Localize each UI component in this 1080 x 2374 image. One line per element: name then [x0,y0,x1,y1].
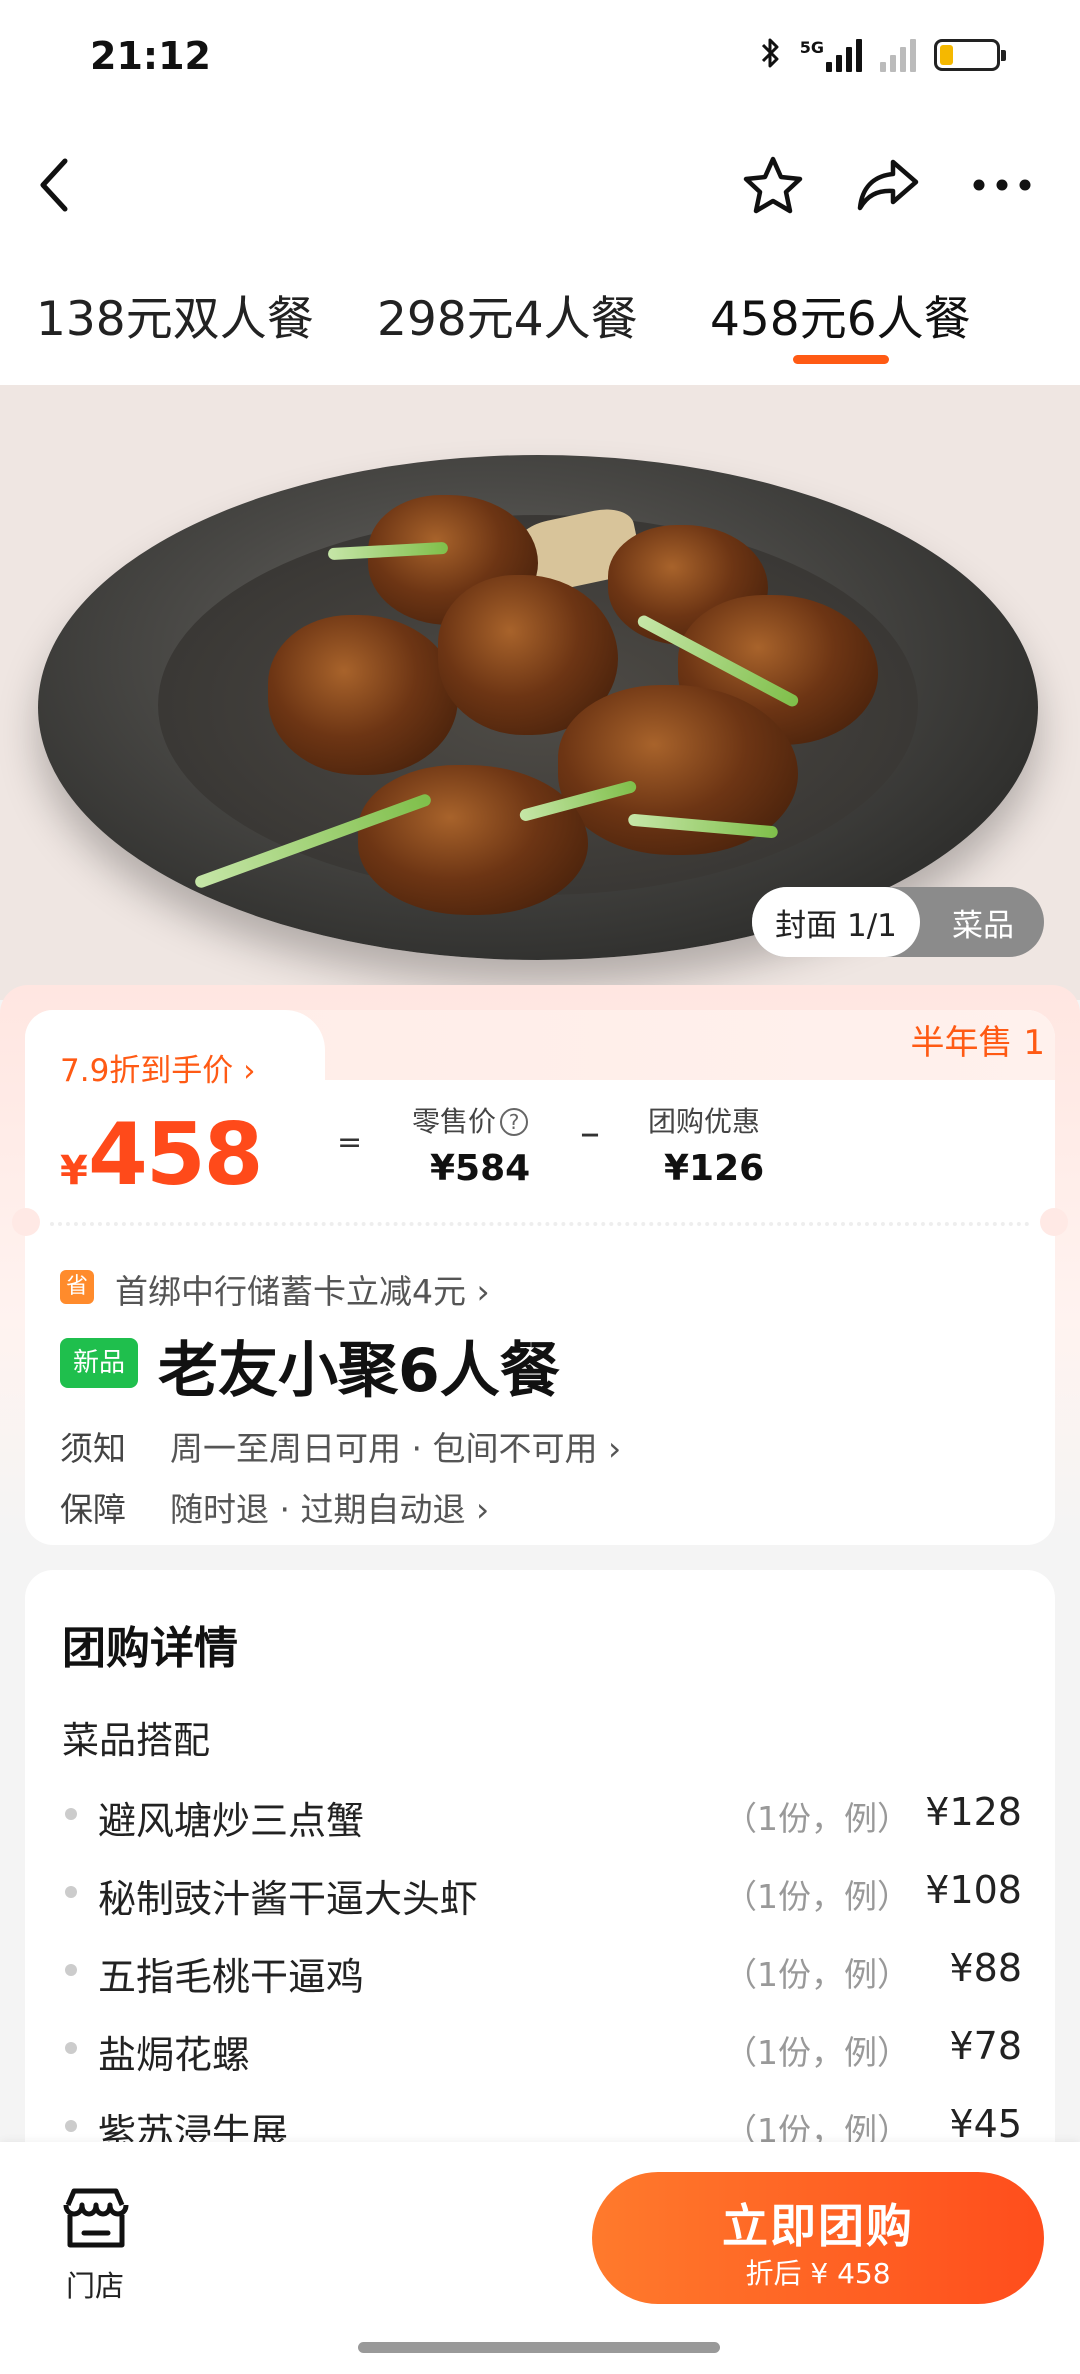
buy-now-button[interactable]: 立即团购 折后 ¥ 458 [592,2172,1044,2304]
dish-price: ¥45 [949,2102,1022,2146]
divider [50,1222,1030,1226]
share-button[interactable] [853,150,923,220]
minus-sign: – [580,1110,600,1156]
status-bar: 21:12 5G [0,0,1080,120]
list-item: 五指毛桃干逼鸡 （1份，例） ¥88 [62,1940,1022,2000]
home-indicator[interactable] [358,2342,720,2353]
sales-count: 半年售 1 [910,1023,1045,1063]
store-label: 门店 [65,2269,124,2303]
guarantee-link[interactable]: 随时退 · 过期自动退 › [170,1483,489,1531]
dish-price: ¥108 [925,1868,1022,1912]
favorite-button[interactable] [738,150,808,220]
status-time: 21:12 [90,34,211,78]
dish-plate-image [38,455,1038,960]
nav-bar [0,120,1080,250]
currency-symbol: ¥ [60,1148,88,1194]
battery-icon [934,39,1006,71]
dish-name: 秘制豉汁酱干逼大头虾 [98,1877,479,1921]
group-discount-label: 团购优惠 [648,1105,761,1138]
promo-badge: 省 [60,1270,94,1304]
back-button[interactable] [20,150,90,220]
share-icon [857,159,919,211]
buy-now-price: 折后 ¥ 458 [745,2257,891,2290]
dish-qty: （1份，例） [724,1877,910,1916]
final-price: 458 [88,1105,264,1205]
notice-label: 须知 [60,1429,126,1468]
more-icon [973,179,1031,191]
list-item: 秘制豉汁酱干逼大头虾 （1份，例） ¥108 [62,1862,1022,1922]
bluetooth-icon [760,36,782,74]
store-icon [63,2188,129,2248]
package-tabs: 138元双人餐 298元4人餐 458元6人餐 [0,250,1080,385]
dish-combo-title: 菜品搭配 [62,1719,210,1762]
list-item: 避风塘炒三点蟹 （1份，例） ¥128 [62,1784,1022,1844]
details-title: 团购详情 [62,1623,238,1674]
dish-name: 避风塘炒三点蟹 [98,1799,365,1843]
discount-price-link[interactable]: 7.9折到手价 › [60,1045,256,1090]
tab-4-person[interactable]: 298元4人餐 [377,280,638,349]
dish-name: 五指毛桃干逼鸡 [98,1955,365,1999]
tab-6-person[interactable]: 458元6人餐 [710,280,971,349]
new-badge: 新品 [60,1338,138,1388]
guarantee-label: 保障 [60,1490,126,1529]
buy-now-label: 立即团购 [722,2199,914,2253]
status-icons: 5G [760,36,1006,74]
retail-price-value: ¥584 [430,1148,531,1189]
chevron-left-icon [40,158,68,212]
dish-price: ¥128 [925,1790,1022,1834]
dish-name: 盐焗花螺 [98,2033,251,2077]
more-button[interactable] [967,150,1037,220]
list-item: 盐焗花螺 （1份，例） ¥78 [62,2018,1022,2078]
dish-price: ¥88 [949,1946,1022,1990]
tab-2-person[interactable]: 138元双人餐 [36,280,314,349]
equals-sign: = [337,1125,363,1160]
retail-price-label[interactable]: 零售价? [412,1100,529,1140]
dish-qty: （1份，例） [724,1799,910,1838]
store-button[interactable]: 门店 [50,2185,140,2305]
tab-active-indicator [793,355,889,364]
cover-counter[interactable]: 封面 1/1 [752,887,920,957]
dish-qty: （1份，例） [724,1955,910,1994]
cellular-signal-2-icon [880,38,916,72]
cellular-signal-icon: 5G [800,38,862,72]
group-discount-value: ¥126 [664,1148,765,1189]
dish-images-tab[interactable]: 菜品 [925,887,1041,957]
star-icon [743,156,803,214]
deal-title: 老友小聚6人餐 [158,1336,560,1406]
dish-price: ¥78 [949,2024,1022,2068]
help-icon: ? [500,1108,529,1136]
bank-promo-link[interactable]: 首绑中行储蓄卡立减4元 › [115,1265,490,1313]
dish-qty: （1份，例） [724,2033,910,2072]
notice-link[interactable]: 周一至周日可用 · 包间不可用 › [170,1422,621,1470]
